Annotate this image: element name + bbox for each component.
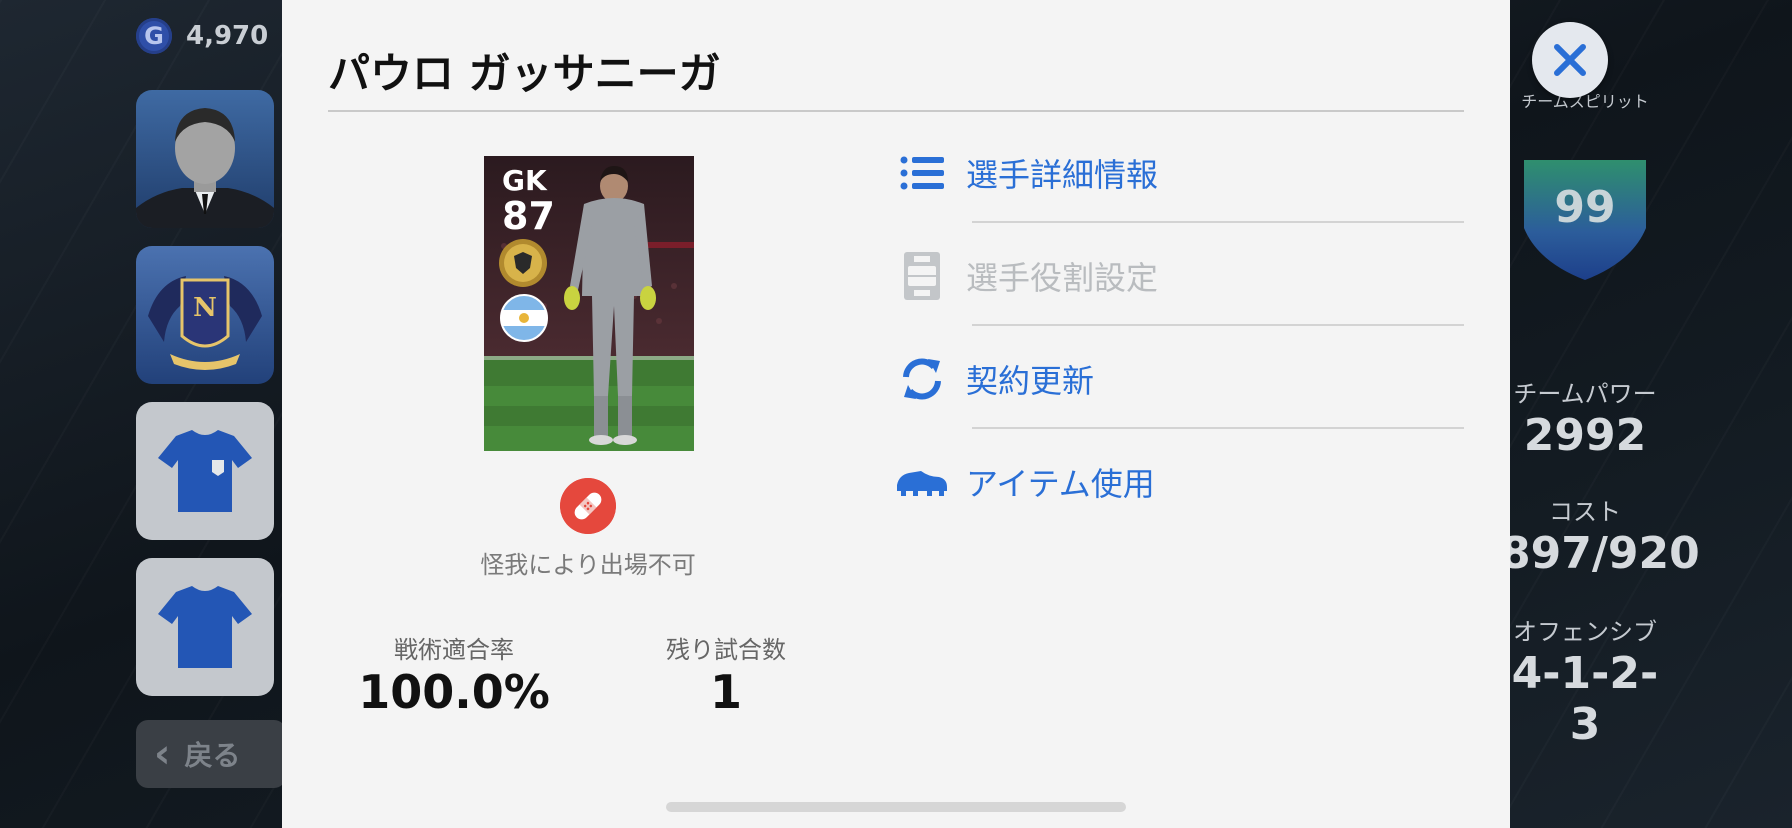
cost-label: コスト <box>1549 498 1621 526</box>
svg-text:N: N <box>193 293 217 323</box>
menu-divider <box>972 221 1464 223</box>
chevron-left-icon: ‹ <box>154 731 171 777</box>
title-divider <box>328 110 1464 112</box>
menu-contract-renew[interactable]: 契約更新 <box>894 344 1464 414</box>
pitch-icon <box>894 251 950 301</box>
player-menu-modal: パウロ ガッサニーガ GK 87 怪我により出場不可 戦術適合率 100.0% … <box>282 0 1510 828</box>
remaining-matches-value: 1 <box>709 665 742 719</box>
menu-player-details[interactable]: 選手詳細情報 <box>894 138 1464 208</box>
menu-contract-renew-label: 契約更新 <box>966 362 1095 400</box>
close-button[interactable] <box>1532 22 1608 98</box>
scrollbar[interactable] <box>666 802 1126 812</box>
menu-divider <box>972 324 1464 326</box>
cost-value: 897/920 <box>1500 528 1700 579</box>
player-card[interactable]: GK 87 <box>484 156 694 451</box>
bandage-icon <box>560 478 616 534</box>
home-kit-icon <box>158 430 252 512</box>
strategy-label: オフェンシブ <box>1513 618 1657 646</box>
boot-icon <box>894 457 950 507</box>
player-name: パウロ ガッサニーガ <box>328 49 721 98</box>
menu-player-details-label: 選手詳細情報 <box>966 156 1159 194</box>
menu-player-role: 選手役割設定 <box>894 241 1464 311</box>
away-kit-tile[interactable] <box>136 558 274 696</box>
close-icon <box>1554 44 1586 76</box>
gp-coin-icon: G <box>136 18 172 54</box>
manager-avatar-icon <box>136 108 274 228</box>
away-kit-icon <box>158 586 252 668</box>
menu-divider <box>972 427 1464 429</box>
gp-counter: G 4,970 <box>136 18 268 54</box>
gp-amount: 4,970 <box>186 21 269 51</box>
back-button[interactable]: ‹ 戻る <box>136 720 286 788</box>
team-power-label: チームパワー <box>1513 380 1657 408</box>
formation-value: 4-1-2-3 <box>1511 648 1659 750</box>
injury-status-text: 怪我により出場不可 <box>480 551 696 579</box>
refresh-icon <box>894 354 950 404</box>
manager-tile[interactable] <box>136 90 274 228</box>
team-power-value: 2992 <box>1523 410 1647 461</box>
card-position: GK <box>502 164 547 197</box>
tactics-fit-value: 100.0% <box>358 665 550 719</box>
team-spirit-shield: 99 <box>1524 160 1646 280</box>
card-rating: 87 <box>502 194 555 238</box>
remaining-matches-label: 残り試合数 <box>666 636 786 664</box>
menu-player-role-label: 選手役割設定 <box>966 259 1159 297</box>
argentina-flag-icon <box>500 294 548 342</box>
tactics-fit-label: 戦術適合率 <box>394 636 514 664</box>
list-icon <box>894 148 950 198</box>
menu-use-item-label: アイテム使用 <box>966 465 1155 503</box>
gold-medal-icon <box>499 239 547 287</box>
menu-use-item[interactable]: アイテム使用 <box>894 447 1464 517</box>
club-emblem-tile[interactable]: N <box>136 246 274 384</box>
team-spirit-value: 99 <box>1554 182 1615 233</box>
home-kit-tile[interactable] <box>136 402 274 540</box>
club-emblem-icon: N <box>148 276 262 370</box>
back-button-label: 戻る <box>184 739 241 772</box>
